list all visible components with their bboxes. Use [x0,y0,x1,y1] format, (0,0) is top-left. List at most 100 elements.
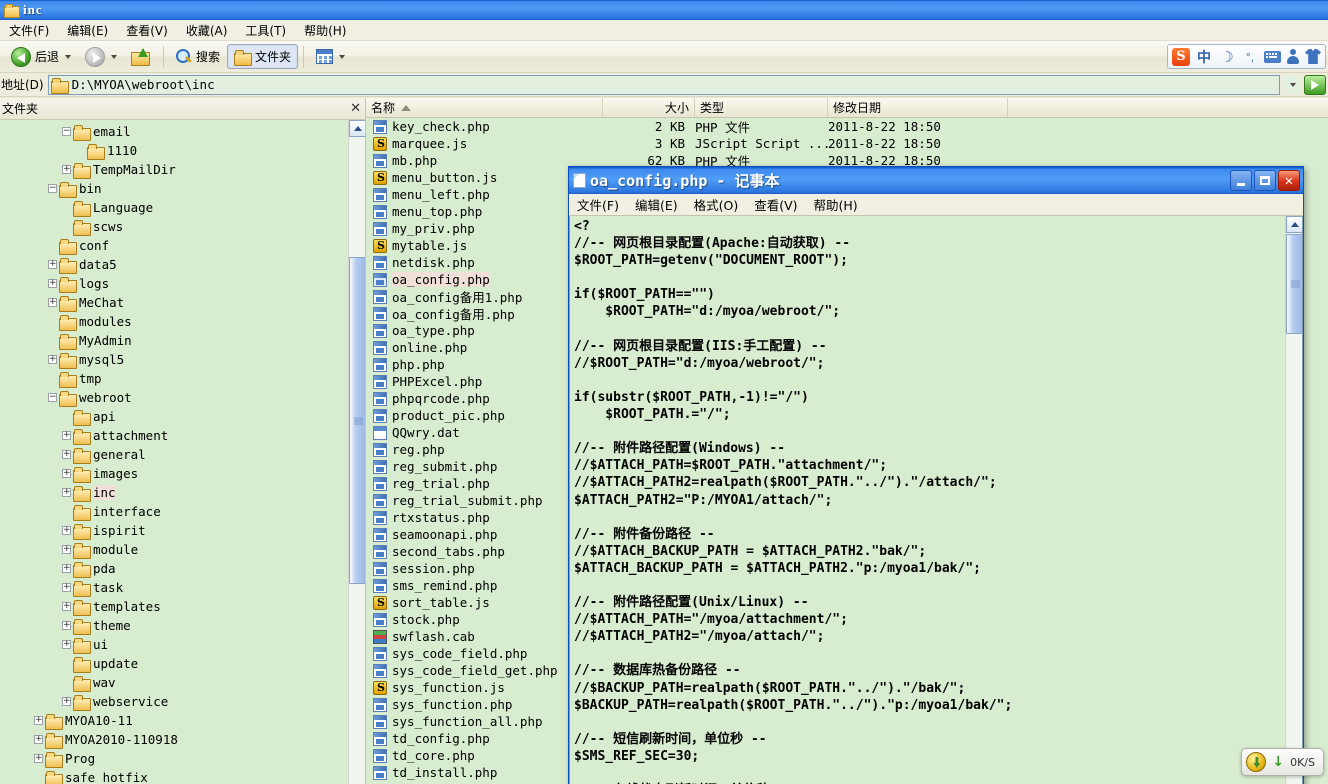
collapse-icon[interactable]: − [62,127,71,136]
notepad-menu-view[interactable]: 查看(V) [746,193,805,216]
expand-icon[interactable]: + [62,431,71,440]
file-row[interactable]: key_check.php 2 KB PHP 文件 2011-8-22 18:50 [366,118,1328,135]
tree-item-language[interactable]: Language [0,198,365,217]
tree-item-ispirit[interactable]: + ispirit [0,521,365,540]
expand-icon[interactable]: + [62,450,71,459]
download-manager-icon[interactable] [1246,752,1267,772]
notepad-scrollbar[interactable] [1285,216,1302,784]
notepad-content[interactable]: <? //-- 网页根目录配置(Apache:自动获取) -- $ROOT_PA… [570,216,1285,784]
collapse-icon[interactable]: − [48,393,57,402]
expand-icon[interactable]: + [62,697,71,706]
menu-view[interactable]: 查看(V) [117,20,177,41]
tree-item-logs[interactable]: + logs [0,274,365,293]
expand-icon[interactable]: + [62,545,71,554]
expand-icon[interactable]: + [62,165,71,174]
folder-tree[interactable]: − email 1110 + TempMailDir − bin Language scws co… [0,120,365,784]
tree-item-mysql5[interactable]: + mysql5 [0,350,365,369]
tree-item-myadmin[interactable]: MyAdmin [0,331,365,350]
notepad-menu-format[interactable]: 格式(O) [686,193,747,216]
expand-icon[interactable]: + [62,602,71,611]
expand-icon[interactable]: + [48,260,57,269]
tree-item-wav[interactable]: wav [0,673,365,692]
search-button[interactable]: 搜索 [169,44,227,69]
expand-icon[interactable]: + [62,564,71,573]
tree-item-module[interactable]: + module [0,540,365,559]
tree-item-safe-hotfix[interactable]: safe hotfix [0,768,365,784]
back-dropdown-icon[interactable] [65,54,72,59]
menu-edit[interactable]: 编辑(E) [58,20,117,41]
views-button[interactable] [309,45,352,68]
up-button[interactable] [124,44,158,70]
download-speed-widget[interactable]: ↓ 0K/S [1241,748,1324,776]
expand-icon[interactable]: + [48,355,57,364]
explorer-titlebar[interactable]: inc [0,0,1328,20]
menu-tools[interactable]: 工具(T) [236,20,295,41]
tree-item-mechat[interactable]: + MeChat [0,293,365,312]
minimize-button[interactable] [1230,170,1252,191]
column-date[interactable]: 修改日期 [828,98,1008,117]
tree-item-data5[interactable]: + data5 [0,255,365,274]
go-button[interactable] [1304,74,1326,95]
soft-keyboard-icon[interactable] [1264,50,1281,63]
tree-item-scws[interactable]: scws [0,217,365,236]
tree-item-email[interactable]: − email [0,122,365,141]
user-icon[interactable] [1286,49,1300,64]
expand-icon[interactable]: + [62,621,71,630]
expand-icon[interactable]: + [62,469,71,478]
tree-item-prog[interactable]: + Prog [0,749,365,768]
expand-icon[interactable]: + [62,640,71,649]
column-name[interactable]: 名称 [366,98,603,117]
tree-item-myoa10-11[interactable]: + MYOA10-11 [0,711,365,730]
tree-item-webservice[interactable]: + webservice [0,692,365,711]
expand-icon[interactable]: + [34,735,43,744]
expand-icon[interactable]: + [62,488,71,497]
views-dropdown-icon[interactable] [339,54,346,59]
tree-item-inc[interactable]: + inc [0,483,365,502]
sogou-logo-icon[interactable]: S [1172,47,1190,66]
expand-icon[interactable]: + [62,583,71,592]
notepad-scroll-up-button[interactable] [1286,216,1302,233]
notepad-menu-edit[interactable]: 编辑(E) [627,193,686,216]
notepad-menu-help[interactable]: 帮助(H) [806,193,866,216]
notepad-menu-file[interactable]: 文件(F) [569,193,627,216]
tree-item-task[interactable]: + task [0,578,365,597]
tree-item-modules[interactable]: modules [0,312,365,331]
maximize-button[interactable] [1254,170,1276,191]
tree-item-theme[interactable]: + theme [0,616,365,635]
address-dropdown-icon[interactable] [1284,75,1300,94]
chinese-mode-icon[interactable]: 中 [1195,48,1213,66]
expand-icon[interactable]: + [34,716,43,725]
scroll-thumb[interactable] [349,257,365,584]
expand-icon[interactable]: + [62,526,71,535]
expand-icon[interactable]: + [34,754,43,763]
tree-item-templates[interactable]: + templates [0,597,365,616]
ime-toolbar[interactable]: S 中 ☽ °, [1167,44,1326,69]
scroll-up-button[interactable] [349,120,365,137]
moon-icon[interactable]: ☽ [1218,48,1236,66]
forward-button[interactable] [78,43,124,71]
close-icon[interactable]: ✕ [350,101,361,116]
column-type[interactable]: 类型 [695,98,828,117]
skin-icon[interactable] [1305,49,1321,64]
forward-dropdown-icon[interactable] [111,54,118,59]
punctuation-icon[interactable]: °, [1241,48,1259,66]
tree-item-update[interactable]: update [0,654,365,673]
close-button[interactable]: ✕ [1278,170,1300,191]
menu-file[interactable]: 文件(F) [0,20,58,41]
tree-item-attachment[interactable]: + attachment [0,426,365,445]
notepad-titlebar[interactable]: oa_config.php - 记事本 ✕ [569,167,1303,194]
tree-item-images[interactable]: + images [0,464,365,483]
tree-item-ui[interactable]: + ui [0,635,365,654]
tree-item-tmp[interactable]: tmp [0,369,365,388]
menu-favorites[interactable]: 收藏(A) [177,20,237,41]
notepad-text-area[interactable]: <? //-- 网页根目录配置(Apache:自动获取) -- $ROOT_PA… [569,216,1303,784]
tree-item-1110[interactable]: 1110 [0,141,365,160]
tree-item-api[interactable]: api [0,407,365,426]
back-button[interactable]: 后退 [4,43,78,71]
address-input[interactable]: D:\MYOA\webroot\inc [47,74,1280,95]
tree-item-general[interactable]: + general [0,445,365,464]
tree-item-bin[interactable]: − bin [0,179,365,198]
tree-item-webroot[interactable]: − webroot [0,388,365,407]
tree-item-interface[interactable]: interface [0,502,365,521]
notepad-scroll-thumb[interactable] [1286,234,1302,334]
